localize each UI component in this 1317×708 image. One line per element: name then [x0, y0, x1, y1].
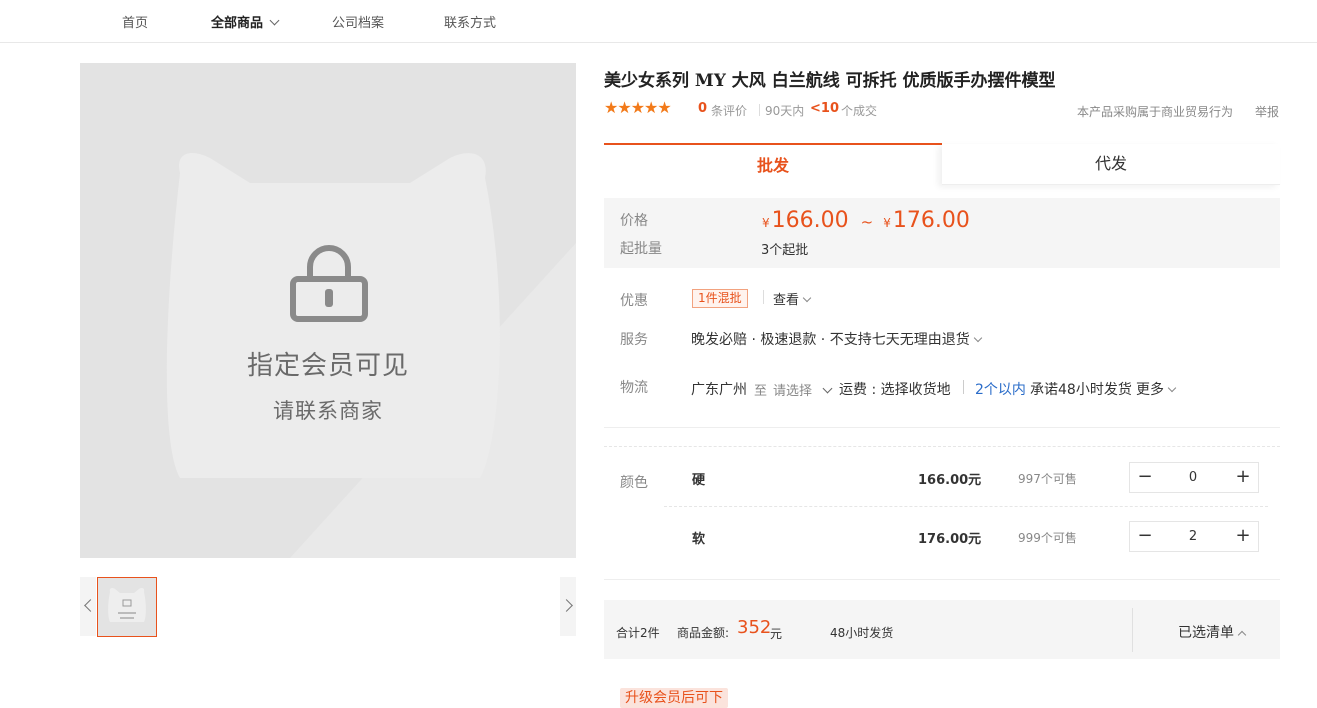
- quantity-input[interactable]: [1160, 522, 1226, 551]
- days-label: 90天内: [765, 104, 805, 118]
- service-dropdown[interactable]: 晚发必赔 · 极速退款 · 不支持七天无理由退货: [691, 329, 982, 349]
- destination-select-label: 请选择: [773, 384, 813, 399]
- sku-name: 软: [692, 532, 706, 547]
- sku-stock: 999个可售: [1018, 531, 1077, 545]
- logistics-more-label: 更多: [1136, 382, 1164, 398]
- nav-item-contact[interactable]: 联系方式: [444, 12, 496, 31]
- ship-to-label: 至: [754, 384, 768, 399]
- service-text: 晚发必赔 · 极速退款 · 不支持七天无理由退货: [691, 332, 970, 348]
- amount-label: 商品金额:: [677, 626, 730, 640]
- sku-row: 软 176.00元 999个可售 − +: [692, 521, 1268, 586]
- main-product-image[interactable]: 指定会员可见 请联系商家: [80, 63, 576, 558]
- chevron-up-icon: [1237, 630, 1247, 640]
- report-link[interactable]: 举报: [1255, 103, 1279, 120]
- nav-item-all-products[interactable]: 全部商品: [211, 12, 280, 31]
- lock-icon: [290, 245, 368, 322]
- chevron-down-icon: [822, 383, 833, 394]
- order-summary: 合计2件 商品金额: 352 元 48小时发货 已选清单: [604, 600, 1280, 659]
- divider: [763, 290, 764, 304]
- price-range: ¥166.00 ~ ¥176.00: [762, 208, 970, 233]
- increase-button[interactable]: +: [1228, 522, 1258, 551]
- chevron-down-icon: [802, 293, 812, 303]
- logistics-more-button[interactable]: 更多: [1136, 379, 1177, 399]
- increase-button[interactable]: +: [1228, 463, 1258, 492]
- selected-list-label: 已选清单: [1178, 625, 1234, 641]
- nav-item-label: 全部商品: [211, 16, 264, 31]
- sku-stock: 997个可售: [1018, 472, 1077, 486]
- thumbnail[interactable]: [97, 577, 157, 637]
- nav-item-home[interactable]: 首页: [122, 12, 148, 31]
- sku-color-label: 颜色: [620, 475, 648, 491]
- promo-tag: 1件混批: [692, 289, 748, 308]
- price-max: 176.00: [892, 208, 970, 233]
- price-min: 166.00: [771, 208, 849, 233]
- chevron-right-icon: [560, 599, 573, 612]
- amount-value: 352: [737, 617, 772, 638]
- price-label: 价格: [620, 213, 648, 229]
- section-divider: [604, 446, 1280, 447]
- quantity-stepper: − +: [1129, 521, 1259, 552]
- product-title: 美少女系列 MY 大风 白兰航线 可拆托 优质版手办摆件模型: [604, 71, 1056, 91]
- ship-from-city: 广东广州: [691, 382, 747, 398]
- divider: [759, 104, 760, 116]
- business-note: 本产品采购属于商业贸易行为: [1077, 105, 1234, 119]
- review-count[interactable]: 0: [698, 101, 707, 116]
- quantity-stepper: − +: [1129, 462, 1259, 493]
- sku-row: 硬 166.00元 997个可售 − +: [692, 462, 1268, 527]
- total-quantity: 合计2件: [616, 626, 660, 640]
- sku-price: 176.00元: [918, 532, 982, 547]
- trade-tabs: 批发 代发: [604, 143, 1280, 187]
- tab-dropship[interactable]: 代发: [942, 144, 1280, 185]
- chevron-down-icon: [269, 15, 280, 26]
- chevron-left-icon: [84, 599, 97, 612]
- rating-stars: ★★★★★: [604, 98, 672, 117]
- nav-item-company[interactable]: 公司档案: [332, 12, 384, 31]
- destination-select[interactable]: 请选择: [773, 380, 833, 399]
- decrease-button[interactable]: −: [1130, 463, 1160, 492]
- min-batch-value: 3个起批: [761, 243, 809, 258]
- promo-view-button[interactable]: 查看: [773, 289, 812, 308]
- section-divider: [604, 427, 1280, 428]
- sku-divider: [664, 506, 1268, 507]
- lock-title: 指定会员可见: [246, 351, 409, 381]
- top-nav: 首页 全部商品 公司档案 联系方式: [0, 0, 1317, 43]
- amount-unit: 元: [770, 627, 783, 641]
- selected-list-button[interactable]: 已选清单: [1178, 622, 1247, 642]
- price-box: 价格 ¥166.00 ~ ¥176.00 起批量 3个起批: [604, 198, 1280, 268]
- deal-label: 个成交: [841, 104, 878, 118]
- thumbnail-lock-icon: [108, 588, 146, 622]
- currency-symbol: ¥: [883, 216, 891, 230]
- decrease-button[interactable]: −: [1130, 522, 1160, 551]
- shipping-time: 48小时发货: [830, 626, 894, 640]
- divider: [963, 380, 964, 394]
- min-batch-label: 起批量: [620, 241, 662, 257]
- price-tilde: ~: [860, 213, 874, 231]
- thumb-prev-button[interactable]: [80, 577, 97, 636]
- shipping-promise: 承诺48小时发货: [1030, 382, 1132, 398]
- delivery-time: 2个以内: [975, 382, 1026, 398]
- shipping-fee: 运费 : 选择收货地: [839, 382, 951, 398]
- promo-view-label: 查看: [773, 293, 800, 308]
- currency-symbol: ¥: [762, 216, 770, 230]
- promo-label: 优惠: [620, 293, 648, 309]
- sku-price: 166.00元: [918, 473, 982, 488]
- section-divider: [604, 579, 1280, 580]
- quantity-input[interactable]: [1160, 463, 1226, 492]
- lock-subtitle: 请联系商家: [273, 399, 383, 423]
- thumb-next-button[interactable]: [560, 577, 576, 636]
- upgrade-member-button[interactable]: 升级会员后可下: [620, 688, 728, 708]
- service-label: 服务: [620, 332, 648, 348]
- deal-count: <10: [810, 101, 839, 116]
- chevron-down-icon: [1167, 383, 1177, 393]
- review-label: 条评价: [711, 104, 748, 118]
- divider: [1132, 608, 1133, 652]
- tab-wholesale[interactable]: 批发: [604, 143, 942, 187]
- chevron-down-icon: [973, 333, 982, 343]
- sku-name: 硬: [692, 473, 706, 488]
- logistics-label: 物流: [620, 380, 648, 396]
